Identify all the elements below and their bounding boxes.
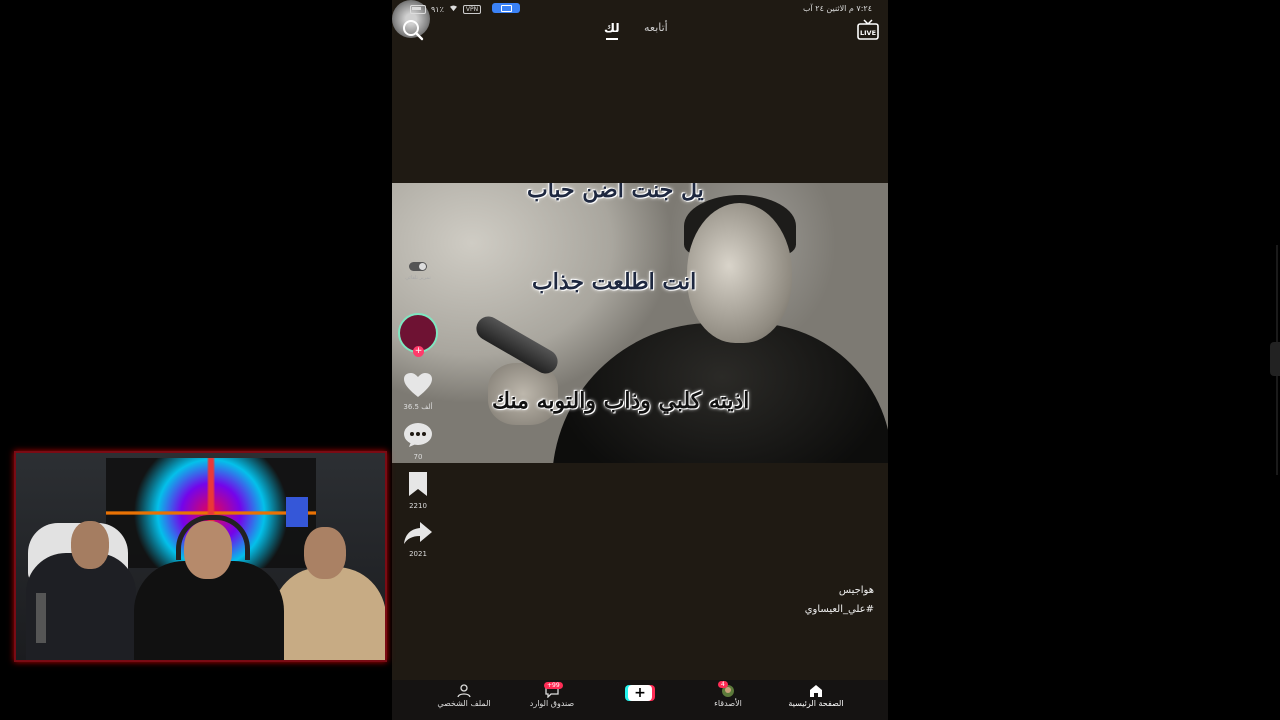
friends-badge: 4 (718, 681, 728, 688)
nav-profile-label[interactable]: الملف الشخصي (424, 699, 504, 708)
search-icon[interactable] (402, 19, 424, 41)
person-icon[interactable] (457, 684, 471, 698)
video-lyric-line: يل جنت اضن حباب (527, 183, 704, 203)
webcam-monitor (286, 497, 308, 527)
avatar[interactable]: + (398, 313, 438, 357)
webcam-microphone (36, 593, 46, 643)
nav-home[interactable]: الصفحة الرئيسية (776, 682, 856, 708)
webcam-overlay (14, 451, 387, 662)
caption-username[interactable]: هواجيس (839, 585, 874, 596)
tab-following[interactable]: أتابعه (644, 21, 668, 34)
top-navigation: لك أتابعه LIVE (392, 16, 888, 44)
toggle-switch-icon[interactable] (409, 262, 427, 271)
like-count: 36.5 ألف (403, 403, 433, 411)
status-icons: ٩١٪ VPN (410, 3, 521, 14)
nav-inbox[interactable]: +99 صندوق الوارد (512, 682, 592, 708)
vpn-badge: VPN (462, 4, 482, 14)
battery-icon (410, 4, 426, 14)
autoscroll-toggle[interactable]: تمرير تلقائي (392, 256, 444, 281)
webcam-person-right (272, 567, 385, 660)
nav-inbox-label[interactable]: صندوق الوارد (512, 699, 592, 708)
comment-bubble-icon[interactable] (403, 422, 433, 448)
screen-cast-icon (492, 3, 521, 13)
heart-icon[interactable] (403, 372, 433, 398)
video-lyric-line: انت اطلعت جذاب (532, 269, 697, 295)
create-plus-button[interactable]: + (628, 685, 652, 701)
comment-button[interactable]: 70 (392, 422, 444, 461)
bookmark-count: 2210 (409, 502, 427, 510)
video-player[interactable]: يل جنت اضن حباب انت اطلعت جذاب اذيته كلب… (392, 183, 888, 463)
caption-hashtag[interactable]: #علي_العيساوي (805, 604, 874, 615)
follow-plus-icon[interactable]: + (413, 346, 424, 357)
share-count: 2021 (409, 550, 427, 558)
battery-percent: ٩١٪ (431, 4, 444, 14)
right-edge-handle[interactable] (1270, 342, 1280, 376)
wifi-icon (449, 4, 458, 14)
tab-for-you[interactable]: لك (604, 21, 620, 40)
status-time-date: ٧:٢٤ م الاثنين ٢٤ آب (803, 4, 872, 13)
home-icon[interactable] (809, 684, 823, 698)
webcam-person-right-head (304, 527, 346, 579)
bottom-navigation: الملف الشخصي +99 صندوق الوارد + 4 الأصدق… (392, 680, 888, 720)
video-singer-face (687, 203, 792, 343)
bookmark-button[interactable]: 2210 (392, 471, 444, 510)
nav-home-label[interactable]: الصفحة الرئيسية (776, 699, 856, 708)
nav-friends-label[interactable]: الأصدقاء (688, 699, 768, 708)
autoscroll-label: تمرير تلقائي (405, 275, 431, 281)
nav-friends[interactable]: 4 الأصدقاء (688, 681, 768, 708)
share-button[interactable]: 2021 (392, 521, 444, 558)
live-button[interactable]: LIVE (857, 19, 879, 41)
nav-create[interactable]: + (600, 682, 680, 701)
live-label: LIVE (860, 29, 876, 37)
nav-profile[interactable]: الملف الشخصي (424, 682, 504, 708)
share-arrow-icon[interactable] (403, 521, 433, 545)
like-button[interactable]: 36.5 ألف (392, 372, 444, 411)
comment-count: 70 (413, 453, 423, 461)
inbox-badge: +99 (544, 682, 563, 689)
webcam-person-left-head (71, 521, 109, 569)
live-tv-icon: LIVE (857, 19, 879, 40)
bookmark-icon[interactable] (406, 471, 430, 497)
video-lyric-line: اذيته كلبي وذاب والتوبه منك (492, 388, 750, 414)
creator-avatar[interactable]: + (392, 313, 444, 357)
phone-screen: ٩١٪ VPN ٧:٢٤ م الاثنين ٢٤ آب لك أتابعه L… (392, 0, 888, 720)
